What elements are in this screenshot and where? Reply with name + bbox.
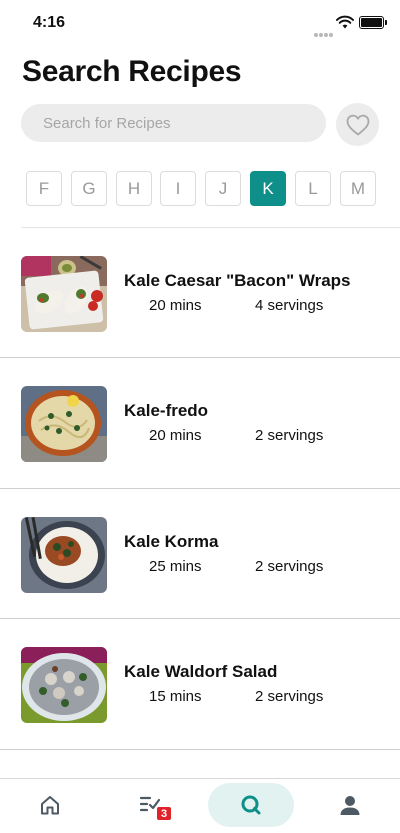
person-icon bbox=[340, 796, 360, 815]
letter-button-l[interactable]: L bbox=[295, 171, 331, 206]
recipe-name: Kale Waldorf Salad bbox=[124, 662, 278, 681]
tab-search[interactable] bbox=[208, 783, 294, 827]
recipe-image-kale-korma bbox=[21, 517, 107, 593]
recipe-servings: 2 servings bbox=[255, 688, 324, 705]
page-title: Search Recipes bbox=[22, 55, 242, 88]
letter-button-h[interactable]: H bbox=[116, 171, 152, 206]
recipe-servings: 2 servings bbox=[255, 427, 324, 444]
recipe-time: 20 mins bbox=[149, 297, 202, 314]
recipe-image-wraps bbox=[21, 256, 107, 332]
tab-home[interactable] bbox=[28, 783, 72, 827]
letter-button-f[interactable]: F bbox=[26, 171, 62, 206]
recipe-item[interactable]: Kale-fredo 20 mins 2 servings bbox=[0, 358, 400, 488]
battery-icon bbox=[359, 16, 387, 29]
recipe-image-waldorf-salad bbox=[21, 647, 107, 723]
signal-icon bbox=[314, 24, 334, 42]
letter-button-k[interactable]: K bbox=[250, 171, 286, 206]
letter-button-i[interactable]: I bbox=[160, 171, 196, 206]
recipe-servings: 2 servings bbox=[255, 558, 324, 575]
recipe-name: Kale-fredo bbox=[124, 401, 209, 420]
letter-button-g[interactable]: G bbox=[71, 171, 107, 206]
wifi-icon bbox=[336, 15, 354, 34]
letter-button-j[interactable]: J bbox=[205, 171, 241, 206]
letter-button-m[interactable]: M bbox=[340, 171, 376, 206]
search-icon bbox=[241, 795, 261, 815]
recipe-image-kale-fredo bbox=[21, 386, 107, 462]
favorites-button[interactable] bbox=[336, 103, 379, 146]
recipe-name: Kale Korma bbox=[124, 532, 219, 551]
status-time: 4:16 bbox=[33, 14, 66, 31]
recipe-time: 20 mins bbox=[149, 427, 202, 444]
recipe-item[interactable]: Kale Waldorf Salad 15 mins 2 servings bbox=[0, 619, 400, 749]
divider bbox=[0, 749, 400, 750]
search-input[interactable] bbox=[21, 104, 326, 142]
recipe-item[interactable]: Kale Korma 25 mins 2 servings bbox=[0, 489, 400, 619]
notification-badge: 3 bbox=[156, 806, 172, 821]
recipe-time: 15 mins bbox=[149, 688, 202, 705]
tab-profile[interactable] bbox=[328, 783, 372, 827]
status-bar: 4:16 bbox=[0, 0, 400, 50]
bottom-tab-bar: 3 bbox=[0, 778, 400, 833]
recipe-time: 25 mins bbox=[149, 558, 202, 575]
home-icon bbox=[41, 796, 59, 815]
recipe-name: Kale Caesar "Bacon" Wraps bbox=[124, 271, 351, 290]
heart-icon bbox=[346, 114, 369, 135]
recipe-item[interactable]: Kale Caesar "Bacon" Wraps 20 mins 4 serv… bbox=[0, 228, 400, 358]
recipe-servings: 4 servings bbox=[255, 297, 324, 314]
